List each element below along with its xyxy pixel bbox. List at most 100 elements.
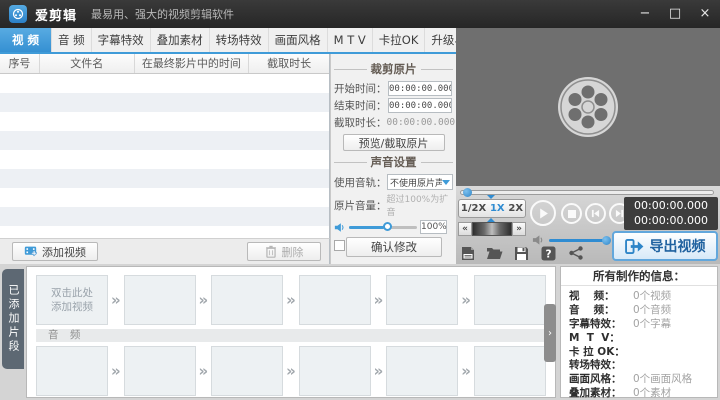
audio-clip-slot[interactable] bbox=[36, 346, 108, 396]
source-volume-handle[interactable] bbox=[383, 221, 392, 231]
source-volume-slider[interactable] bbox=[349, 221, 417, 231]
timeline-panel: 双击此处 添加视频 » » » » » 音 频 » » » » » bbox=[26, 266, 556, 398]
audio-track-select[interactable]: 不使用原片声音 bbox=[387, 174, 453, 190]
tab-subtitle-fx[interactable]: 字幕特效 bbox=[92, 28, 151, 52]
play-button[interactable] bbox=[530, 200, 556, 226]
video-clip-slot[interactable] bbox=[473, 275, 546, 325]
previous-frame-button[interactable] bbox=[585, 203, 606, 224]
title-bar: 爱剪辑 最易用、强大的视频剪辑软件 − □ × bbox=[0, 0, 720, 28]
close-button[interactable]: × bbox=[690, 4, 720, 24]
audio-clip-slot[interactable] bbox=[386, 346, 459, 396]
file-list-actions: 添加视频 删除 bbox=[0, 238, 330, 264]
video-preview-area[interactable] bbox=[456, 28, 720, 186]
panel-collapse-button[interactable]: › bbox=[544, 304, 556, 362]
speed-normal[interactable]: 1X bbox=[490, 203, 505, 214]
minimize-button[interactable]: − bbox=[630, 4, 660, 24]
window-controls: − □ × bbox=[630, 4, 720, 24]
end-time-label: 结束时间： bbox=[334, 100, 387, 112]
speed-double[interactable]: 2X bbox=[508, 203, 523, 214]
source-volume-label: 原片音量： bbox=[334, 199, 387, 212]
confirm-changes-button[interactable]: 确认修改 bbox=[346, 237, 442, 257]
end-time-input[interactable] bbox=[388, 98, 452, 113]
video-clip-slot[interactable] bbox=[298, 275, 371, 325]
audio-clip-slot[interactable] bbox=[211, 346, 284, 396]
audio-track-label: 音 频 bbox=[36, 329, 546, 342]
tab-mtv[interactable]: M T V bbox=[328, 28, 373, 52]
placeholder-line1: 双击此处 bbox=[51, 287, 93, 299]
jog-rewind-button[interactable]: « bbox=[458, 222, 472, 236]
preview-trim-button[interactable]: 预览/截取原片 bbox=[342, 134, 445, 151]
tab-transition-fx[interactable]: 转场特效 bbox=[210, 28, 269, 52]
jog-forward-button[interactable]: » bbox=[512, 222, 526, 236]
column-filename: 文件名 bbox=[40, 54, 135, 73]
delete-button[interactable]: 删除 bbox=[247, 242, 321, 261]
export-video-button[interactable]: 导出视频 bbox=[612, 231, 718, 261]
player-controls: 1/2X 1X 2X « » 00:00:00.000 00:00:00.000 bbox=[456, 186, 720, 264]
info-row-audio: 音 频： 0个音频 bbox=[569, 304, 672, 317]
stop-button[interactable] bbox=[561, 203, 582, 224]
seek-handle[interactable] bbox=[463, 188, 472, 197]
open-file-button[interactable] bbox=[486, 245, 503, 261]
add-video-button[interactable]: 添加视频 bbox=[12, 242, 98, 261]
chevron-right-icon: » bbox=[373, 291, 384, 309]
player-toolbar: ? bbox=[459, 245, 584, 261]
added-clips-tab[interactable]: 已添加片段 bbox=[2, 269, 24, 369]
trash-icon bbox=[265, 245, 276, 258]
tab-audio[interactable]: 音 频 bbox=[52, 28, 92, 52]
sound-section-header: 声音设置 bbox=[334, 154, 453, 170]
playback-speed-selector: 1/2X 1X 2X bbox=[458, 199, 526, 218]
start-time-label: 开始时间： bbox=[334, 83, 387, 95]
player-volume-handle[interactable] bbox=[602, 235, 611, 245]
info-rows: 视 频： 0个视频 音 频： 0个音频 字幕特效： 0个字幕 M T V： 卡 … bbox=[561, 286, 717, 399]
seek-bar[interactable] bbox=[460, 188, 714, 197]
audio-clip-slot[interactable] bbox=[123, 346, 196, 396]
video-clip-slot-placeholder[interactable]: 双击此处 添加视频 bbox=[36, 275, 108, 325]
jog-wheel[interactable] bbox=[472, 222, 512, 236]
info-row-overlay: 叠加素材： 0个素材 bbox=[569, 386, 672, 399]
info-row-subtitle: 字幕特效： 0个字幕 bbox=[569, 318, 672, 330]
video-clip-slot[interactable] bbox=[386, 275, 459, 325]
audio-track: » » » » » bbox=[36, 345, 546, 397]
chevron-down-icon bbox=[442, 179, 450, 185]
audio-clip-slot[interactable] bbox=[473, 346, 546, 396]
tab-karaoke[interactable]: 卡拉OK bbox=[373, 28, 426, 52]
chevron-right-icon: » bbox=[110, 362, 121, 380]
help-icon: ? bbox=[541, 246, 556, 260]
chevron-right-icon: » bbox=[286, 291, 296, 309]
export-label: 导出视频 bbox=[649, 239, 706, 255]
file-list-header: 序号 文件名 在最终影片中的时间 截取时长 bbox=[0, 54, 329, 74]
file-list-body[interactable] bbox=[0, 74, 329, 237]
play-icon bbox=[539, 208, 548, 218]
save-project-button[interactable] bbox=[513, 245, 530, 261]
jog-wheel-control: « » bbox=[458, 222, 526, 236]
speed-half[interactable]: 1/2X bbox=[461, 203, 486, 214]
format-mts-icon bbox=[461, 246, 474, 260]
fade-checkbox[interactable] bbox=[334, 240, 345, 251]
share-button[interactable] bbox=[567, 245, 584, 261]
chevron-right-icon: » bbox=[198, 291, 209, 309]
open-folder-icon bbox=[487, 248, 503, 259]
video-clip-slot[interactable] bbox=[211, 275, 284, 325]
start-time-input[interactable] bbox=[388, 81, 452, 96]
help-button[interactable]: ? bbox=[540, 245, 557, 261]
source-volume-value[interactable]: 100% bbox=[420, 220, 447, 234]
video-clip-slot[interactable] bbox=[123, 275, 196, 325]
column-index: 序号 bbox=[0, 54, 40, 73]
app-title: 爱剪辑 bbox=[35, 8, 78, 24]
format-mts-button[interactable] bbox=[459, 245, 476, 261]
speaker-icon bbox=[334, 222, 344, 232]
clip-duration-label: 截取时长： bbox=[334, 117, 387, 129]
player-volume-slider[interactable] bbox=[549, 235, 611, 245]
tab-overlay-material[interactable]: 叠加素材 bbox=[151, 28, 210, 52]
export-icon bbox=[624, 238, 643, 254]
audio-clip-slot[interactable] bbox=[298, 346, 371, 396]
maximize-button[interactable]: □ bbox=[660, 4, 690, 24]
time-display: 00:00:00.000 00:00:00.000 bbox=[624, 197, 718, 230]
next-frame-icon bbox=[615, 209, 624, 218]
trim-section-header: 裁剪原片 bbox=[334, 61, 453, 77]
tab-picture-style[interactable]: 画面风格 bbox=[269, 28, 328, 52]
add-video-icon bbox=[24, 246, 37, 257]
main-tab-bar: 视 频 音 频 字幕特效 叠加素材 转场特效 画面风格 M T V 卡拉OK 升… bbox=[0, 28, 489, 52]
chevron-right-icon: » bbox=[198, 362, 209, 380]
tab-video[interactable]: 视 频 bbox=[0, 28, 53, 52]
